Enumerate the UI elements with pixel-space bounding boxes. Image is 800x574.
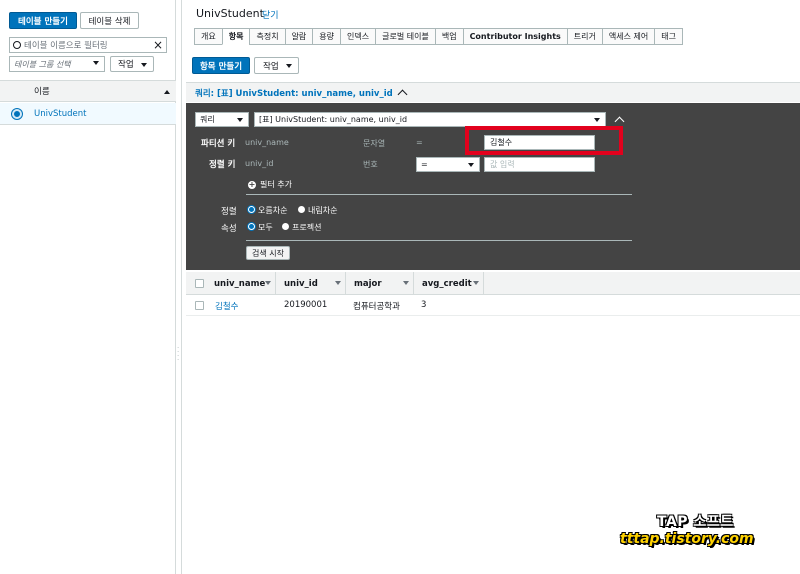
column-header-major[interactable]: major [346, 272, 414, 295]
table-filter-input[interactable]: 테이블 이름으로 필터링 × [9, 37, 167, 53]
drag-handle-icon: · · · · [177, 344, 180, 364]
index-select[interactable]: [표] UnivStudent: univ_name, univ_id [254, 112, 606, 127]
watermark-url: tttap.tistory.com [620, 531, 754, 547]
sort-key-label: 정렬 키 [209, 160, 236, 170]
tab-alarms[interactable]: 알람 [284, 28, 313, 45]
filter-placeholder: 테이블 이름으로 필터링 [24, 41, 108, 51]
select-all-checkbox[interactable] [195, 279, 204, 288]
sort-key-operator-select[interactable]: = [416, 157, 480, 172]
table-group-select[interactable]: 테이블 그룹 선택 [9, 56, 105, 72]
results-table-header: univ_name univ_id major avg_credit [186, 272, 800, 295]
chevron-down-icon [594, 118, 600, 122]
tab-global-tables[interactable]: 글로벌 테이블 [375, 28, 435, 45]
name-column-header[interactable]: 이름 [34, 85, 50, 97]
left-panel: 테이블 만들기 테이블 삭제 테이블 이름으로 필터링 × 테이블 그룹 선택 … [0, 0, 176, 574]
column-header-avg-credit[interactable]: avg_credit [414, 272, 484, 295]
tab-triggers[interactable]: 트리거 [566, 28, 602, 45]
attributes-label: 속성 [221, 224, 237, 234]
clear-filter-icon[interactable]: × [153, 38, 163, 52]
chevron-down-icon [335, 281, 341, 285]
tab-bar: 개요 항목 측정치 알람 용량 인덱스 글로벌 테이블 백업 Contribut… [194, 28, 683, 45]
add-filter-link[interactable]: 필터 추가 [260, 179, 292, 190]
tab-contributor-insights[interactable]: Contributor Insights [462, 28, 567, 45]
table-list-row[interactable]: UnivStudent [0, 103, 176, 125]
order-desc-radio[interactable] [298, 206, 305, 213]
cell-univ-name[interactable]: 김철수 [215, 300, 238, 312]
chevron-down-icon [93, 61, 99, 65]
collapse-query-icon[interactable] [614, 116, 625, 127]
collapse-icon[interactable] [397, 89, 408, 100]
sort-asc-icon[interactable] [164, 90, 170, 94]
partition-key-type: 문자열 [363, 139, 386, 148]
create-item-button[interactable]: 항목 만들기 [192, 57, 250, 74]
column-header-univ-name[interactable]: univ_name [206, 272, 276, 295]
order-asc-label[interactable]: 오름차순 [258, 205, 287, 216]
query-mode-value: 쿼리 [200, 115, 215, 124]
tab-items[interactable]: 항목 [221, 28, 250, 45]
tab-backups[interactable]: 백업 [434, 28, 463, 45]
cell-avg-credit: 3 [421, 300, 427, 310]
cell-major: 컴퓨터공학과 [353, 302, 400, 312]
tab-tags[interactable]: 태그 [654, 28, 683, 45]
highlight-annotation [465, 126, 623, 155]
chevron-down-icon [286, 64, 292, 68]
item-action-label: 작업 [263, 61, 279, 72]
page-title: UnivStudent [196, 7, 264, 20]
start-search-button[interactable]: 검색 시작 [246, 246, 290, 260]
order-desc-label[interactable]: 내림차순 [308, 205, 337, 216]
order-asc-radio[interactable] [248, 206, 255, 213]
chevron-down-icon [473, 281, 479, 285]
row-checkbox[interactable] [195, 301, 204, 310]
table-list-header: 이름 [0, 80, 176, 102]
attributes-all-radio[interactable] [248, 223, 255, 230]
column-label: univ_name [214, 278, 266, 289]
order-label: 정렬 [221, 207, 237, 217]
tab-capacity[interactable]: 용량 [312, 28, 341, 45]
table-action-button[interactable]: 작업 [110, 56, 154, 72]
tab-indexes[interactable]: 인덱스 [340, 28, 376, 45]
sort-key-operator-value: = [421, 160, 428, 169]
column-header-univ-id[interactable]: univ_id [276, 272, 346, 295]
chevron-down-icon [237, 118, 243, 122]
cell-univ-id: 20190001 [284, 300, 328, 310]
sort-key-type: 번호 [363, 160, 378, 169]
chevron-down-icon [265, 281, 271, 285]
partition-key-label: 파티션 키 [201, 139, 236, 149]
table-group-select-value: 테이블 그룹 선택 [14, 59, 71, 69]
index-select-value: [표] UnivStudent: univ_name, univ_id [259, 115, 408, 124]
chevron-down-icon [141, 63, 147, 67]
table-select-radio[interactable] [12, 109, 22, 119]
divider [246, 240, 632, 241]
attributes-projection-radio[interactable] [282, 223, 289, 230]
watermark-title: TAP 소프트 [657, 514, 734, 530]
tab-metrics[interactable]: 측정치 [249, 28, 285, 45]
partition-key-attribute: univ_name [245, 138, 289, 147]
close-link[interactable]: 닫기 [262, 8, 279, 21]
column-label: univ_id [284, 278, 318, 289]
query-summary-label: 쿼리: [표] UnivStudent: univ_name, univ_id [195, 88, 393, 99]
sort-key-attribute: univ_id [245, 159, 274, 168]
item-action-button[interactable]: 작업 [254, 57, 299, 74]
column-label: avg_credit [422, 278, 472, 289]
delete-table-button[interactable]: 테이블 삭제 [80, 12, 139, 29]
chevron-down-icon [403, 281, 409, 285]
tab-overview[interactable]: 개요 [194, 28, 222, 45]
query-summary-bar[interactable]: 쿼리: [표] UnivStudent: univ_name, univ_id [186, 82, 800, 102]
table-action-label: 작업 [118, 60, 134, 70]
sort-key-value-input[interactable]: 값 입력 [484, 157, 595, 172]
tab-access-control[interactable]: 액세스 제어 [601, 28, 655, 45]
table-name-link[interactable]: UnivStudent [34, 109, 86, 119]
table-row[interactable]: 김철수 20190001 컴퓨터공학과 3 [186, 296, 800, 316]
attributes-projection-label[interactable]: 프로젝션 [292, 222, 321, 233]
divider [246, 194, 632, 195]
partition-key-operator: = [416, 138, 423, 147]
column-label: major [354, 278, 382, 289]
create-table-button[interactable]: 테이블 만들기 [9, 12, 77, 29]
search-icon [13, 41, 21, 49]
attributes-all-label[interactable]: 모두 [258, 222, 273, 233]
panel-splitter[interactable]: · · · · [176, 0, 182, 574]
chevron-down-icon [468, 163, 474, 167]
add-filter-icon[interactable]: + [248, 181, 256, 189]
query-mode-select[interactable]: 쿼리 [195, 112, 249, 127]
